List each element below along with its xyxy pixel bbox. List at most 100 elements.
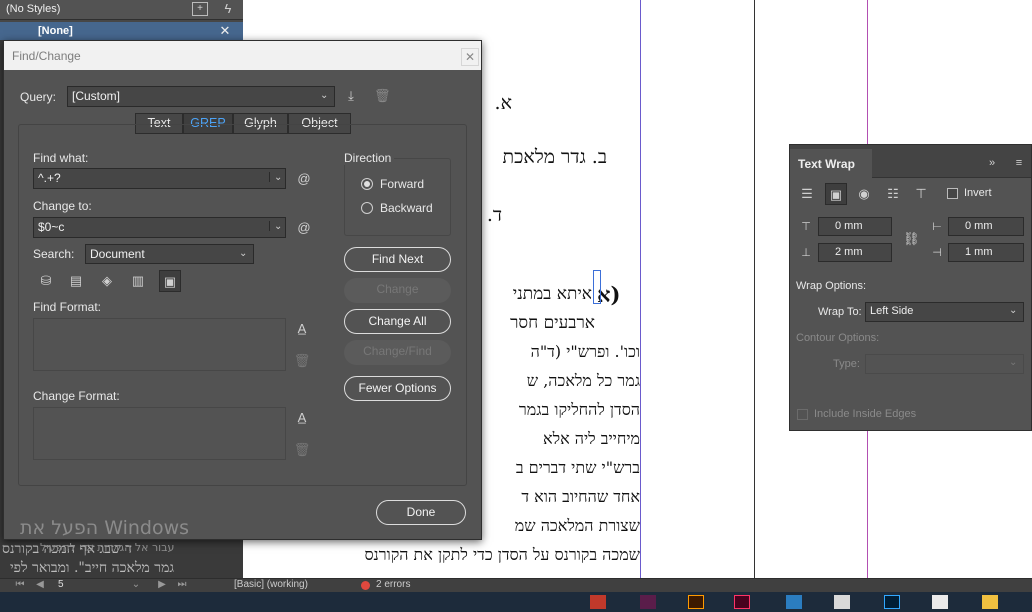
first-page-icon[interactable]: ⏮	[14, 577, 26, 593]
left-offset-input[interactable]: 0 mm	[948, 217, 1024, 236]
text-wrap-panel: Text Wrap » ≡ ☰ ▣ ◉ ☷ ⊤ Invert ⊤ 0 mm ⊥ …	[789, 144, 1032, 431]
page-number[interactable]: 5	[58, 579, 64, 590]
link-icon[interactable]: ⛓	[903, 231, 920, 247]
store-icon[interactable]	[932, 595, 948, 609]
change-format-box[interactable]	[33, 407, 286, 460]
chevron-down-icon: ⌄	[1009, 357, 1018, 368]
change-to-label: Change to:	[33, 199, 92, 213]
find-what-label: Find what:	[33, 151, 89, 165]
column-guide	[640, 0, 641, 578]
invert-checkbox[interactable]	[947, 188, 958, 199]
find-format-box[interactable]	[33, 318, 286, 371]
doc-line: שצורת המלאכה שמ	[514, 516, 640, 535]
change-find-button[interactable]: Change/Find	[344, 340, 451, 365]
doc-line: הסדן להחליקו בגמר	[518, 400, 640, 419]
error-indicator-icon	[361, 581, 370, 590]
chevron-down-icon: ⌄	[239, 248, 248, 259]
style-item-none[interactable]: [None] ✕	[0, 22, 243, 40]
preflight-profile[interactable]: [Basic] (working)	[234, 579, 308, 590]
jump-next-column-icon[interactable]: ⊤	[912, 186, 930, 202]
include-inside-edges-checkbox[interactable]	[797, 409, 808, 420]
app-icon[interactable]	[786, 595, 802, 609]
doc-line: גמר מלאכה חייב". ומבואר לפי	[10, 560, 175, 576]
doc-line: איתא במתני	[512, 284, 592, 304]
delete-query-icon[interactable]: 🗑	[374, 88, 391, 104]
new-style-icon[interactable]: +	[192, 2, 208, 16]
chrome-icon[interactable]	[834, 595, 850, 609]
search-label: Search:	[33, 247, 75, 261]
photoshop-icon[interactable]	[884, 595, 900, 609]
forward-radio[interactable]	[361, 178, 373, 190]
indesign-icon[interactable]	[640, 595, 656, 609]
dialog-title: Find/Change	[4, 41, 481, 70]
panel-tab-text-wrap[interactable]: Text Wrap	[790, 149, 872, 178]
previous-page-icon[interactable]: ◀	[34, 577, 46, 593]
save-query-icon[interactable]: ⤓	[343, 88, 359, 104]
status-bar: ⏮ ◀ 5 ⌄ ▶ ⏭ [Basic] (working) 2 errors	[0, 578, 1032, 592]
margin-guide	[754, 0, 755, 578]
acrobat-icon[interactable]	[590, 595, 606, 609]
find-next-button[interactable]: Find Next	[344, 247, 451, 272]
close-icon[interactable]: ✕	[461, 48, 479, 66]
illustrator-icon[interactable]	[688, 595, 704, 609]
wrap-bounding-box-icon[interactable]: ▣	[825, 183, 847, 205]
locked-layers-icon[interactable]: ⛁	[37, 273, 55, 289]
fewer-options-button[interactable]: Fewer Options	[344, 376, 451, 401]
error-count[interactable]: 2 errors	[376, 579, 410, 590]
find-change-dialog: Find/Change ✕ Query: [Custom] ⌄ ⤓ 🗑 Text…	[3, 40, 482, 540]
folder-icon[interactable]	[982, 595, 998, 609]
menu-icon[interactable]: ≡	[1012, 155, 1026, 171]
change-all-button[interactable]: Change All	[344, 309, 451, 334]
chevron-down-icon[interactable]: ⌄	[269, 172, 285, 183]
wrap-object-shape-icon[interactable]: ◉	[855, 186, 873, 202]
anchored-frame[interactable]	[593, 270, 601, 304]
invert-label: Invert	[964, 187, 992, 199]
panel-title: Text Wrap	[798, 157, 855, 171]
chevron-down-icon: ⌄	[320, 90, 329, 101]
chevron-down-icon[interactable]: ⌄	[269, 221, 285, 232]
bottom-offset-input[interactable]: 2 mm	[818, 243, 892, 262]
search-scope-value: Document	[90, 247, 145, 261]
contour-type-select[interactable]: ⌄	[865, 354, 1024, 374]
collapse-icon[interactable]: »	[985, 155, 999, 171]
master-pages-icon[interactable]: ▥	[129, 273, 147, 289]
left-offset-icon: ⊢	[932, 221, 942, 233]
special-chars-icon[interactable]: @	[293, 171, 315, 187]
next-page-icon[interactable]: ▶	[156, 577, 168, 593]
clear-format-icon[interactable]: 🗑	[293, 353, 311, 369]
no-wrap-icon[interactable]: ☰	[798, 186, 816, 202]
change-to-value: $0~c	[38, 220, 65, 234]
styles-panel: (No Styles) + ϟ [None] ✕	[0, 0, 243, 40]
doc-line: ארבעים חסר	[510, 313, 595, 333]
find-what-input[interactable]: ^.+? ⌄	[33, 168, 286, 189]
doc-line: שמכה בקורנס על הסדן כדי לתקן את הקורנס	[364, 545, 640, 564]
clear-override-icon[interactable]: ✕	[218, 23, 232, 39]
done-button[interactable]: Done	[376, 500, 466, 525]
jump-object-icon[interactable]: ☷	[884, 186, 902, 202]
special-chars-icon[interactable]: @	[293, 220, 315, 236]
activation-watermark-sub: עבור אל הגדרות כדי להפעיל	[40, 541, 175, 554]
footnotes-icon[interactable]: ▣	[159, 270, 181, 292]
search-scope-select[interactable]: Document ⌄	[85, 244, 254, 264]
panel-header: Text Wrap » ≡	[790, 145, 1031, 178]
direction-label: Direction	[344, 151, 395, 165]
clear-format-icon[interactable]: 🗑	[293, 442, 311, 458]
hidden-layers-icon[interactable]: ◈	[98, 273, 116, 289]
indesign-active-icon[interactable]	[734, 595, 750, 609]
change-to-input[interactable]: $0~c ⌄	[33, 217, 286, 238]
no-styles-label: (No Styles)	[6, 3, 61, 15]
wrap-to-select[interactable]: Left Side ⌄	[865, 302, 1024, 322]
right-offset-input[interactable]: 1 mm	[948, 243, 1024, 262]
locked-stories-icon[interactable]: ▤	[67, 273, 85, 289]
top-offset-input[interactable]: 0 mm	[818, 217, 892, 236]
type-label: Type:	[833, 358, 860, 370]
specify-format-icon[interactable]: A̲	[293, 321, 311, 337]
lightning-icon[interactable]: ϟ	[220, 1, 236, 17]
wrap-options-label: Wrap Options:	[796, 280, 867, 292]
specify-format-icon[interactable]: A̲	[293, 410, 311, 426]
change-button[interactable]: Change	[344, 278, 451, 303]
backward-radio[interactable]	[361, 202, 373, 214]
last-page-icon[interactable]: ⏭	[176, 577, 188, 593]
query-select[interactable]: [Custom] ⌄	[67, 86, 335, 107]
chevron-down-icon[interactable]: ⌄	[130, 577, 142, 593]
